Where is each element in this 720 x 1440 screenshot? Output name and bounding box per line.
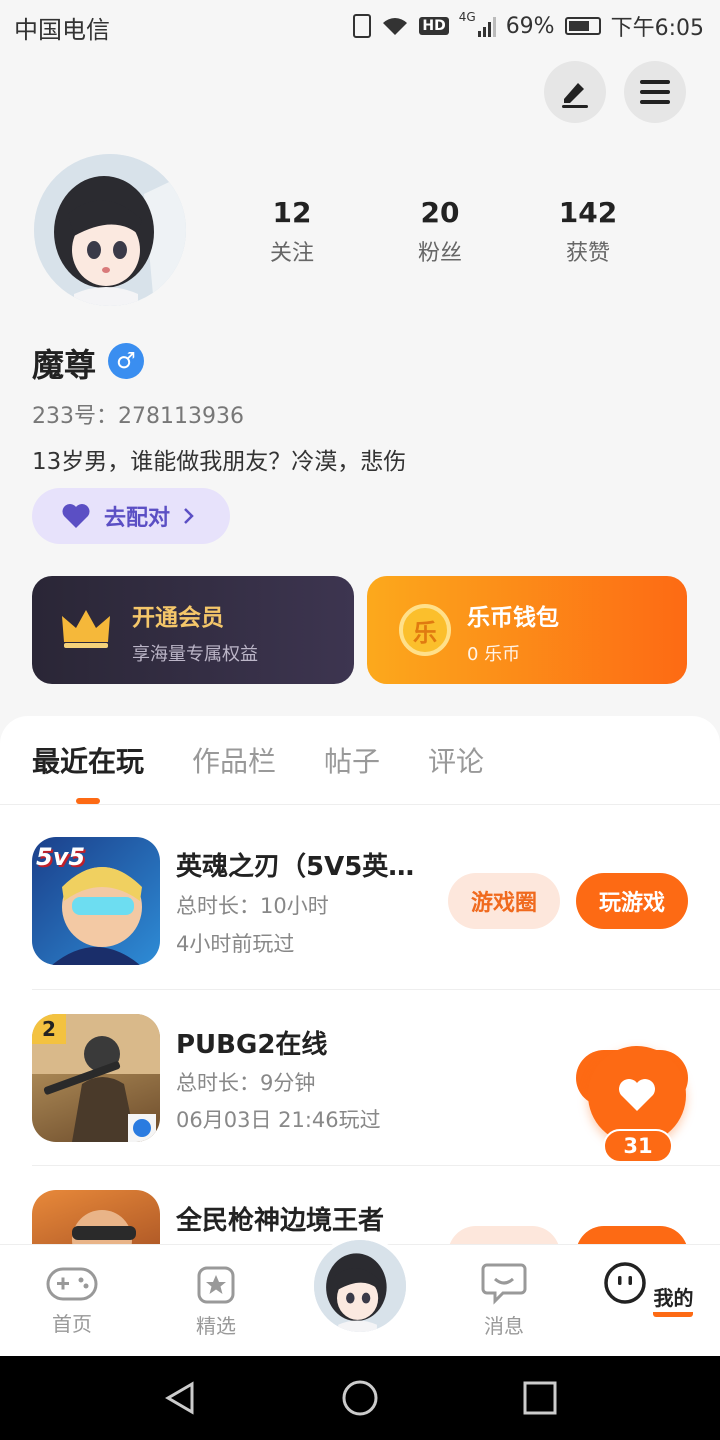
menu-button[interactable]	[624, 61, 686, 123]
vibrate-icon	[353, 14, 372, 38]
game-badge: 2	[32, 1014, 66, 1044]
clock: 下午6:05	[610, 16, 704, 41]
signal-icon	[477, 15, 496, 37]
tab-works[interactable]: 作品栏	[192, 740, 276, 780]
divider	[32, 989, 720, 990]
coin-wallet-card[interactable]: 乐 乐币钱包 0 乐币	[367, 576, 687, 684]
nav-center-avatar[interactable]	[310, 1236, 410, 1336]
avatar-image	[314, 1240, 406, 1332]
divider	[0, 804, 720, 805]
game-last-played: 4小时前玩过	[176, 932, 295, 956]
vip-card-subtitle: 享海量专属权益	[132, 644, 258, 665]
hd-icon: HD	[419, 17, 449, 35]
match-button[interactable]: 去配对	[32, 488, 230, 544]
match-button-label: 去配对	[104, 506, 171, 531]
nav-home-label: 首页	[52, 1312, 92, 1336]
game-title: PUBG2在线	[176, 1030, 328, 1060]
battery-icon	[564, 17, 601, 35]
stat-fans-count: 20	[420, 196, 460, 229]
system-navigation-bar	[0, 1356, 720, 1440]
nav-featured-label: 精选	[196, 1314, 236, 1338]
stat-following-count: 12	[272, 196, 312, 229]
crown-icon	[62, 610, 110, 648]
home-circle-icon[interactable]	[341, 1379, 379, 1417]
game-title: 全民枪神边境王者	[176, 1206, 385, 1236]
game-icon[interactable]: 2	[32, 1014, 160, 1142]
recents-square-icon[interactable]	[522, 1380, 558, 1416]
smiley-face-icon	[603, 1262, 646, 1304]
profile-avatar[interactable]	[34, 154, 186, 306]
gamepad-icon	[46, 1267, 98, 1301]
divider	[32, 1165, 720, 1166]
nav-me[interactable]: 我的	[598, 1261, 698, 1317]
tab-bar: 最近在玩 作品栏 帖子 评论	[32, 740, 484, 780]
game-title: 英魂之刃（5V5英…	[176, 852, 415, 882]
stat-fans[interactable]: 20 粉丝	[380, 196, 500, 267]
tab-posts[interactable]: 帖子	[324, 740, 380, 780]
heart-icon	[62, 504, 90, 528]
chat-bubble-icon	[481, 1263, 527, 1305]
star-badge-icon	[197, 1266, 235, 1304]
user-bio: 13岁男，谁能做我朋友？冷漠，悲伤	[32, 449, 407, 475]
hamburger-icon	[640, 80, 670, 104]
vip-card-title: 开通会员	[132, 605, 224, 631]
username: 魔尊	[32, 346, 97, 384]
game-last-played: 06月03日 21:46玩过	[176, 1108, 381, 1132]
vip-card[interactable]: 开通会员 享海量专属权益	[32, 576, 354, 684]
game-circle-button[interactable]: 游戏圈	[448, 873, 560, 929]
stat-following-label: 关注	[269, 241, 314, 266]
nav-me-label: 我的	[653, 1282, 694, 1317]
like-count-badge: 31	[603, 1129, 673, 1163]
nav-messages-label: 消息	[484, 1314, 524, 1338]
carrier-label: 中国电信	[14, 16, 110, 44]
stat-likes[interactable]: 142 获赞	[528, 196, 648, 267]
play-game-button[interactable]: 玩游戏	[576, 873, 688, 929]
coin-icon: 乐	[399, 604, 451, 656]
user-id: 233号：278113936	[32, 404, 244, 429]
heart-icon	[619, 1079, 655, 1111]
tab-comments[interactable]: 评论	[428, 740, 484, 780]
coin-card-subtitle: 0 乐币	[467, 644, 521, 665]
chevron-right-icon	[184, 508, 194, 524]
game-duration: 总时长：9分钟	[176, 1071, 316, 1095]
nav-messages[interactable]: 消息	[454, 1261, 554, 1339]
tab-recent-play[interactable]: 最近在玩	[32, 740, 144, 780]
game-icon[interactable]: 5v5	[32, 837, 160, 965]
game-duration: 总时长：10小时	[176, 894, 329, 918]
avatar-image	[34, 154, 186, 306]
nav-home[interactable]: 首页	[22, 1265, 122, 1337]
status-bar: 中国电信 HD 4G 69% 下午6:05	[0, 0, 720, 50]
stat-likes-count: 142	[558, 196, 618, 229]
stat-fans-label: 粉丝	[417, 241, 462, 266]
status-icons: HD 4G 69% 下午6:05	[353, 10, 704, 42]
wifi-icon	[383, 18, 408, 35]
pencil-icon	[562, 83, 588, 108]
nav-featured[interactable]: 精选	[166, 1265, 266, 1339]
back-icon[interactable]	[162, 1380, 198, 1416]
game-badge: 5v5	[36, 843, 86, 871]
coin-card-title: 乐币钱包	[467, 605, 559, 631]
battery-percent: 69%	[505, 13, 555, 39]
edit-profile-button[interactable]	[544, 61, 606, 123]
stat-following[interactable]: 12 关注	[232, 196, 352, 267]
male-gender-icon: ♂	[108, 343, 144, 379]
stat-likes-label: 获赞	[565, 241, 610, 266]
network-type: 4G	[458, 10, 476, 24]
